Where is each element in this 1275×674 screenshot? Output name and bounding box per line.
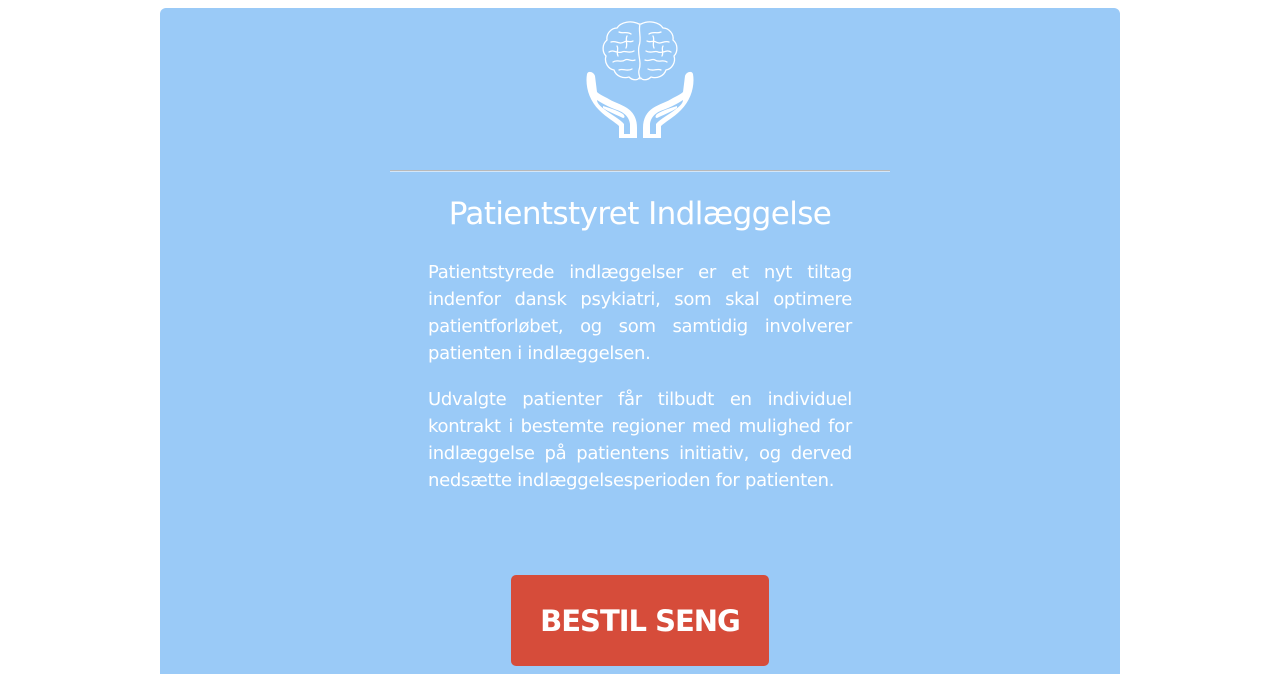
brain-in-hands-icon [586, 21, 694, 140]
intro-paragraph: Patientstyrede indlæggelser er et nyt ti… [428, 262, 852, 364]
logo [583, 18, 697, 140]
details-paragraph: Udvalgte patienter får tilbudt en indivi… [428, 389, 852, 491]
page-title: Patientstyret Indlæggelse [448, 196, 832, 232]
divider [390, 170, 890, 172]
order-bed-button[interactable]: BESTIL SENG [511, 575, 769, 666]
hero-card: Patientstyret Indlæggelse Patientstyrede… [160, 8, 1120, 674]
